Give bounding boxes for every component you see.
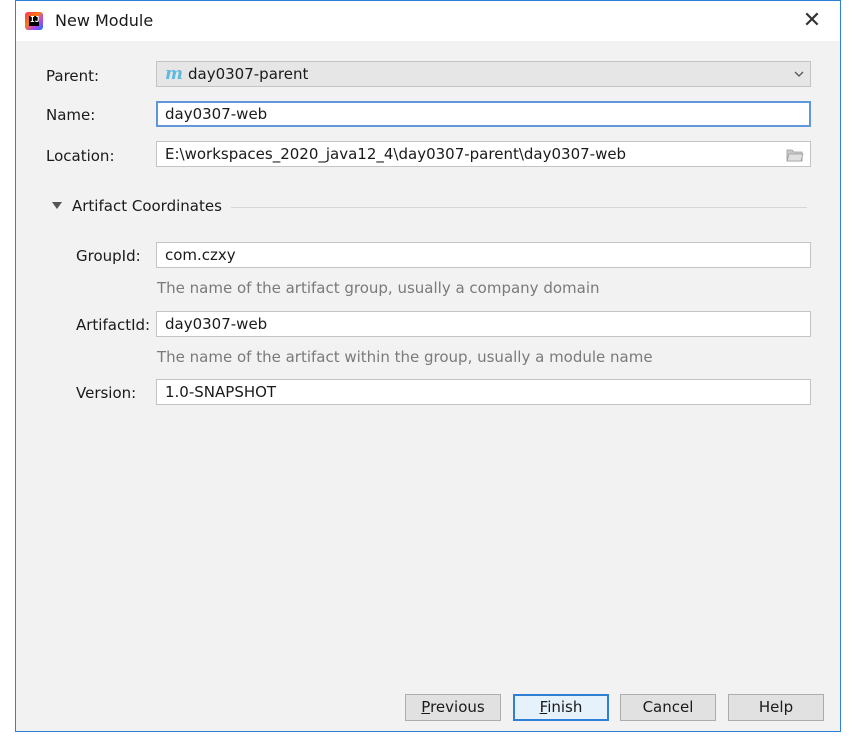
name-label: Name: <box>46 106 96 124</box>
version-input[interactable]: 1.0-SNAPSHOT <box>156 379 811 405</box>
new-module-dialog: IJ New Module ✕ Parent: m day0307-parent … <box>15 0 841 732</box>
folder-icon[interactable] <box>786 148 804 162</box>
parent-select[interactable]: m day0307-parent <box>156 61 811 87</box>
chevron-down-icon <box>794 71 804 77</box>
previous-mnemonic: P <box>421 698 431 716</box>
title-bar: IJ New Module ✕ <box>16 1 840 41</box>
name-input[interactable]: day0307-web <box>156 101 811 127</box>
artifactid-input[interactable]: day0307-web <box>156 311 811 337</box>
location-label: Location: <box>46 147 115 165</box>
section-divider <box>231 207 807 208</box>
finish-label: inish <box>547 698 583 716</box>
previous-label: revious <box>430 698 485 716</box>
groupid-input[interactable]: com.czxy <box>156 242 811 268</box>
location-value: E:\workspaces_2020_java12_4\day0307-pare… <box>165 145 627 163</box>
intellij-idea-icon: IJ <box>25 12 43 30</box>
maven-module-icon: m <box>165 64 183 84</box>
location-input[interactable]: E:\workspaces_2020_java12_4\day0307-pare… <box>156 141 811 167</box>
artifactid-hint: The name of the artifact within the grou… <box>157 348 653 366</box>
parent-label: Parent: <box>46 67 100 85</box>
parent-value: day0307-parent <box>188 65 309 83</box>
version-label: Version: <box>76 384 137 402</box>
artifactid-label: ArtifactId: <box>76 316 151 334</box>
finish-button[interactable]: Finish <box>513 694 609 721</box>
close-icon[interactable]: ✕ <box>798 7 826 35</box>
artifact-coordinates-toggle[interactable]: Artifact Coordinates <box>72 197 222 215</box>
help-button[interactable]: Help <box>728 694 824 721</box>
previous-button[interactable]: Previous <box>405 694 501 721</box>
triangle-down-icon[interactable] <box>52 202 62 209</box>
cancel-button[interactable]: Cancel <box>620 694 716 721</box>
dialog-title: New Module <box>55 11 154 30</box>
groupid-hint: The name of the artifact group, usually … <box>157 279 600 297</box>
groupid-label: GroupId: <box>76 247 141 265</box>
